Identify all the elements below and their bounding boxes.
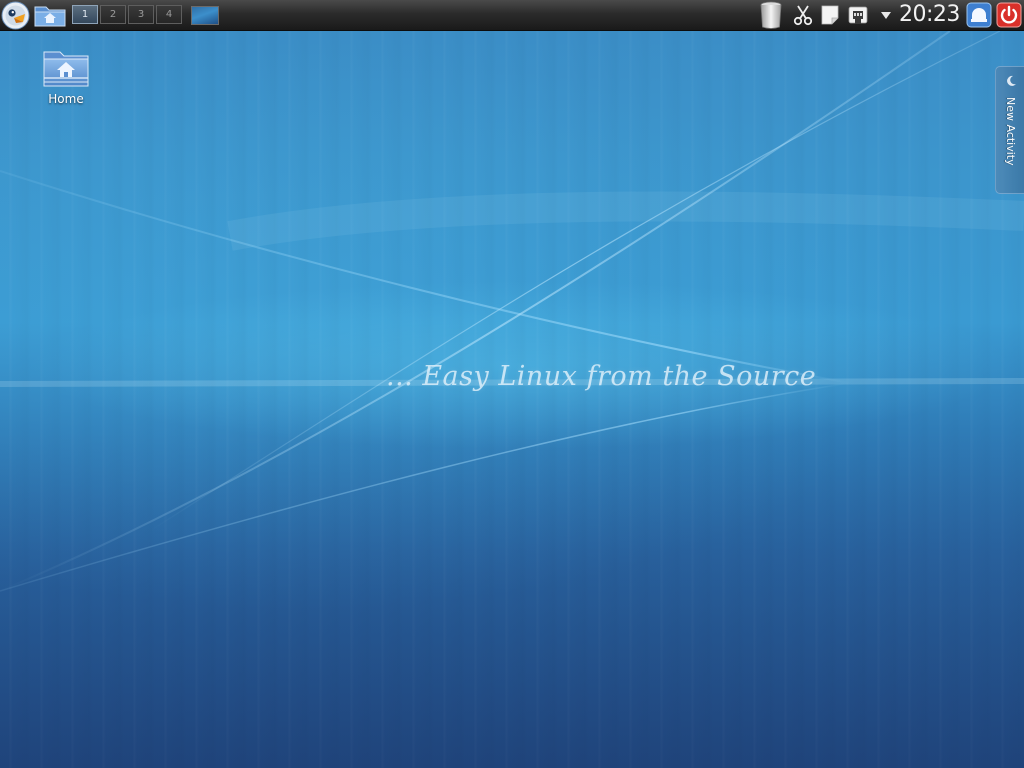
lock-screen-icon[interactable] bbox=[965, 1, 993, 29]
pager-desktop-2[interactable]: 2 bbox=[100, 5, 126, 24]
home-folder-icon[interactable] bbox=[34, 3, 66, 27]
desktop-pager: 1 2 3 4 bbox=[72, 5, 182, 25]
power-icon[interactable] bbox=[995, 1, 1023, 29]
kickoff-launcher-icon[interactable] bbox=[1, 1, 30, 30]
new-activity-label: New Activity bbox=[1004, 97, 1017, 166]
wallpaper-shade bbox=[0, 430, 1024, 768]
desktop-icon-home[interactable]: Home bbox=[36, 47, 96, 113]
network-icon[interactable] bbox=[846, 4, 870, 28]
home-folder-icon bbox=[43, 51, 89, 87]
desktop-icon-label: Home bbox=[48, 92, 84, 106]
scissors-icon[interactable] bbox=[792, 4, 814, 26]
wallpaper-texture bbox=[0, 31, 1024, 768]
wallpaper-swooshes bbox=[0, 31, 1024, 592]
note-icon[interactable] bbox=[819, 4, 841, 26]
pager-desktop-3[interactable]: 3 bbox=[128, 5, 154, 24]
wallpaper-tagline: ... Easy Linux from the Source bbox=[386, 361, 817, 392]
activity-moon-icon bbox=[1007, 75, 1016, 86]
tray-expand-arrow-icon[interactable] bbox=[879, 9, 893, 21]
pager-desktop-4[interactable]: 4 bbox=[156, 5, 182, 24]
clock[interactable]: 20:23 bbox=[899, 1, 960, 29]
new-activity-tab[interactable]: New Activity bbox=[995, 66, 1024, 194]
show-desktop-button[interactable] bbox=[191, 6, 219, 25]
pager-desktop-1[interactable]: 1 bbox=[72, 5, 98, 24]
trash-can-icon[interactable] bbox=[759, 1, 783, 30]
top-panel: 1 2 3 4 20:23 bbox=[0, 0, 1024, 31]
